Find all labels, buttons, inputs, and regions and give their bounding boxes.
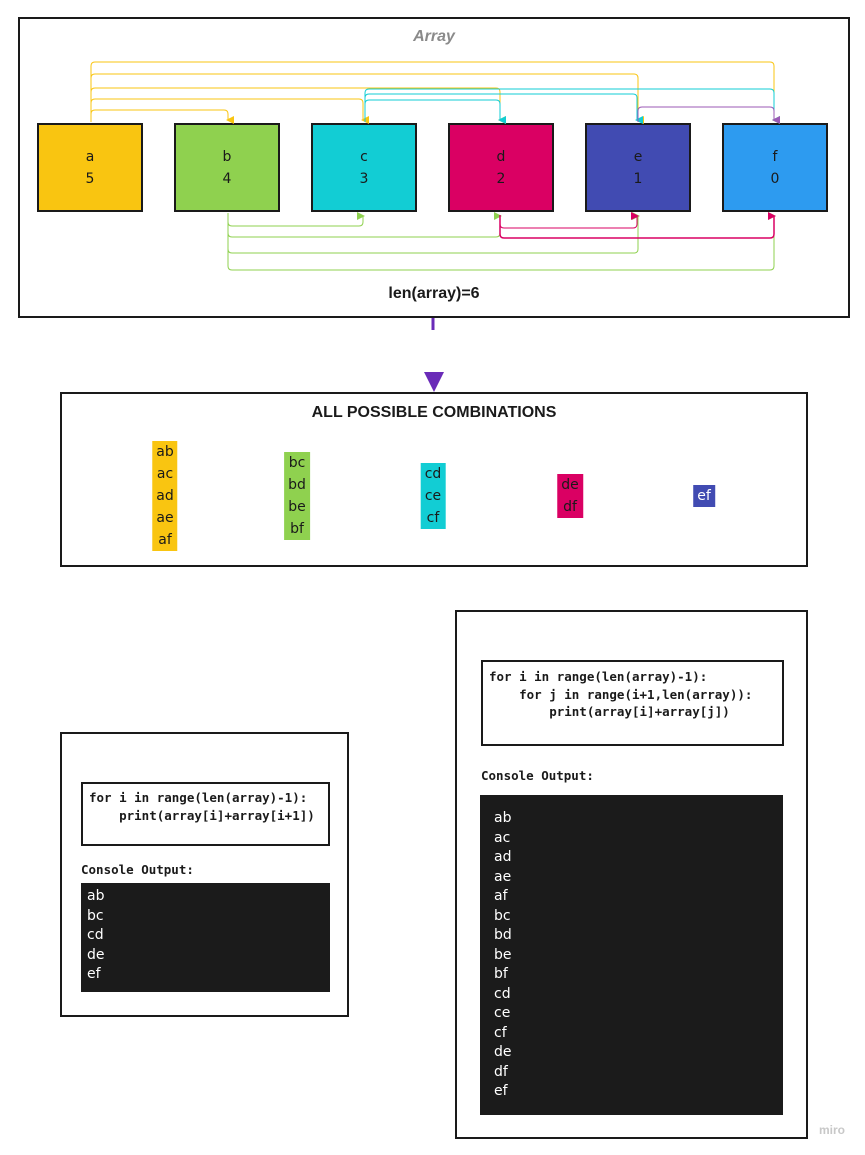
console-line: ab: [87, 888, 105, 904]
combination-item: bd: [288, 477, 306, 493]
console-line: de: [87, 946, 105, 963]
combination-group: cd ce cf: [420, 463, 446, 529]
console-line: ef: [494, 1083, 508, 1099]
arrow-e-f: [637, 106, 780, 124]
nested-loop-console: ab ac ad ae af bc bd be bf cd ce cf de df ef: [480, 795, 783, 1115]
arrow-c-e: [364, 93, 643, 124]
console-line: bf: [494, 966, 508, 982]
single-loop-console: ab bc cd de ef: [81, 883, 330, 992]
combination-item: df: [563, 499, 577, 515]
console-line: de: [494, 1044, 512, 1060]
combination-item: ac: [156, 466, 174, 482]
combination-item: be: [288, 499, 306, 515]
combination-item: ad: [156, 488, 174, 504]
console-line: df: [494, 1063, 508, 1080]
arrow-c-d: [364, 99, 506, 124]
arrow-b-d: [227, 212, 502, 238]
combination-item: de: [561, 477, 579, 493]
console-line: af: [494, 888, 508, 904]
combination-item: ce: [424, 488, 442, 504]
console-line: ae: [494, 868, 512, 885]
console-line: cf: [494, 1024, 507, 1041]
arrow-b-e: [227, 212, 640, 254]
arrow-a-f: [90, 61, 780, 124]
nested-loop-console-label: Console Output:: [481, 768, 594, 783]
nested-loop-code: for i in range(len(array)-1): for j in r…: [481, 660, 784, 746]
single-loop-code: for i in range(len(array)-1): print(arra…: [81, 782, 330, 846]
combination-item: cf: [426, 510, 440, 526]
console-line: ad: [494, 849, 512, 865]
single-loop-console-label: Console Output:: [81, 862, 194, 877]
combinations-title: ALL POSSIBLE COMBINATIONS: [311, 404, 557, 421]
console-line: bd: [494, 927, 512, 943]
console-line: ab: [494, 810, 512, 826]
arrow-b-c: [227, 212, 365, 227]
console-line: be: [494, 946, 512, 963]
combination-item: ab: [156, 444, 174, 460]
combination-group: de df: [557, 474, 583, 518]
combination-group: ab ac ad ae af: [152, 441, 178, 551]
console-line: ce: [494, 1005, 511, 1021]
console-line: bc: [494, 907, 511, 924]
combination-item: ef: [697, 488, 711, 504]
console-line: cd: [87, 927, 104, 944]
console-line: ac: [494, 829, 511, 846]
arrow-b-f: [227, 212, 776, 271]
combination-item: bc: [288, 455, 306, 471]
combination-item: bf: [290, 521, 304, 537]
console-line: ef: [87, 966, 101, 983]
combination-item: ae: [156, 510, 174, 526]
arrow-a-d: [90, 87, 506, 124]
array-arrows: [90, 61, 780, 330]
combination-item: cd: [424, 466, 442, 482]
miro-watermark: miro: [818, 1123, 845, 1137]
console-line: bc: [87, 907, 104, 924]
arrow-a-b: [90, 109, 234, 124]
connector-arrowhead: [424, 372, 444, 392]
arrow-d-e: [499, 212, 639, 229]
combination-group: ef: [693, 485, 715, 507]
console-line: cd: [494, 985, 511, 1002]
combination-item: af: [158, 532, 172, 548]
combination-group: bc bd be bf: [284, 452, 310, 540]
